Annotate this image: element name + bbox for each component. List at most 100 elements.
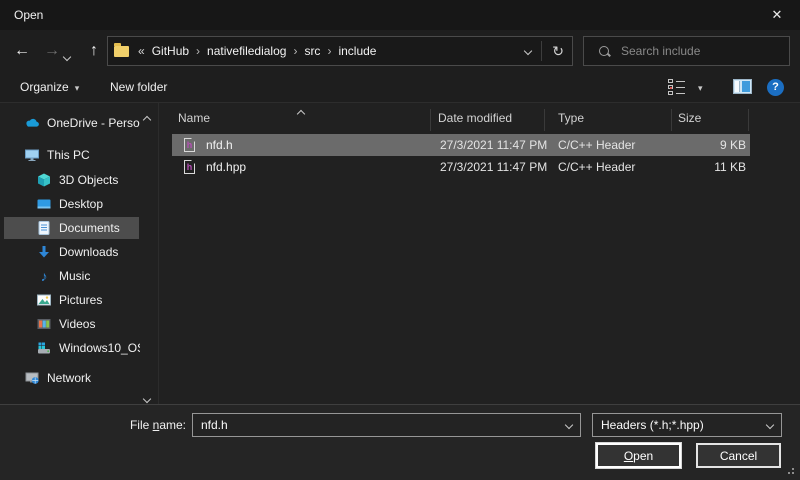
videos-icon (36, 316, 52, 332)
breadcrumb-separator: › (327, 44, 331, 58)
search-placeholder: Search include (621, 44, 700, 58)
sidebar-item-label: Network (47, 371, 91, 385)
cpp-header-file-icon: h (184, 160, 195, 174)
open-dialog-window: Open ✕ ← → ↑ « GitHub › nativefiledialog… (0, 0, 800, 480)
chevron-down-icon[interactable] (565, 421, 573, 429)
file-name-cell: nfd.h (206, 134, 233, 156)
documents-icon (36, 220, 52, 236)
open-button[interactable]: Open (596, 443, 681, 468)
sidebar-item-label: Downloads (59, 245, 118, 259)
file-name-cell: nfd.hpp (206, 156, 246, 178)
breadcrumb-item[interactable]: nativefiledialog (207, 44, 286, 58)
column-divider[interactable] (671, 109, 672, 131)
breadcrumb-separator: › (293, 44, 297, 58)
sidebar-item-downloads[interactable]: Downloads (0, 241, 140, 263)
sidebar-item-label: Documents (59, 221, 120, 235)
sidebar-item-documents[interactable]: Documents (4, 217, 139, 239)
command-bar: Organize ▾ New folder ▾ ? (0, 72, 800, 103)
desktop-icon (36, 196, 52, 212)
new-folder-button[interactable]: New folder (110, 72, 167, 103)
sidebar-item-label: Videos (59, 317, 95, 331)
sidebar-item-label: 3D Objects (59, 173, 118, 187)
file-date-cell: 27/3/2021 11:47 PM (440, 156, 547, 178)
sidebar-item-3d-objects[interactable]: 3D Objects (0, 169, 140, 191)
drive-icon (36, 340, 52, 356)
column-divider[interactable] (748, 109, 749, 131)
onedrive-icon (24, 115, 40, 131)
sidebar-item-label: Music (59, 269, 90, 283)
sidebar-item-desktop[interactable]: Desktop (0, 193, 140, 215)
organize-button[interactable]: Organize ▾ (20, 72, 79, 104)
refresh-icon[interactable]: ↻ (552, 43, 564, 60)
file-type-cell: C/C++ Header (558, 156, 635, 178)
music-icon: ♪ (36, 268, 52, 284)
file-row-nfd-h[interactable]: h nfd.h 27/3/2021 11:47 PM C/C++ Header … (158, 134, 800, 156)
sidebar-item-label: This PC (47, 148, 90, 162)
sidebar-item-videos[interactable]: Videos (0, 313, 140, 335)
window-title: Open (14, 0, 43, 30)
column-header-size[interactable]: Size (678, 111, 701, 125)
chevron-down-icon: ▾ (75, 83, 80, 93)
chevron-down-icon[interactable] (766, 421, 774, 429)
file-name-input[interactable]: nfd.h (192, 413, 581, 437)
navigation-toolbar: ← → ↑ « GitHub › nativefiledialog › src … (0, 30, 800, 72)
search-input[interactable]: Search include (583, 36, 790, 66)
network-icon (24, 370, 40, 386)
forward-icon[interactable]: → (38, 30, 66, 72)
folder-icon (114, 46, 129, 57)
file-name-label: File name: (80, 405, 186, 445)
details-view-icon[interactable] (668, 79, 686, 96)
downloads-icon (36, 244, 52, 260)
address-bar-controls: ↻ (525, 41, 564, 61)
this-pc-icon (24, 147, 40, 163)
sidebar-item-pictures[interactable]: Pictures (0, 289, 140, 311)
cancel-button[interactable]: Cancel (696, 443, 781, 468)
resize-grip[interactable] (786, 462, 798, 474)
breadcrumb-overflow[interactable]: « (138, 44, 145, 58)
breadcrumb-item[interactable]: include (338, 44, 376, 58)
file-size-cell: 11 KB (672, 156, 746, 178)
cpp-header-file-icon: h (184, 138, 195, 152)
organize-label: Organize (20, 80, 69, 94)
sort-ascending-icon[interactable] (298, 106, 304, 120)
3d-objects-icon (36, 172, 52, 188)
file-list: Name Date modified Type Size h nfd.h 27/… (158, 103, 800, 404)
recent-locations-chevron-icon[interactable] (64, 49, 70, 63)
sidebar-item-music[interactable]: ♪ Music (0, 265, 140, 287)
divider (541, 41, 542, 61)
file-type-select[interactable]: Headers (*.h;*.hpp) (592, 413, 782, 437)
view-options-chevron-icon[interactable]: ▾ (698, 83, 703, 94)
back-icon[interactable]: ← (8, 30, 36, 72)
sidebar-scroll-up-icon[interactable] (144, 112, 150, 126)
column-header-date-modified[interactable]: Date modified (438, 111, 512, 125)
column-divider[interactable] (544, 109, 545, 131)
file-date-cell: 27/3/2021 11:47 PM (440, 134, 547, 156)
file-size-cell: 9 KB (672, 134, 746, 156)
breadcrumb-item[interactable]: GitHub (152, 44, 189, 58)
column-header-type[interactable]: Type (558, 111, 584, 125)
breadcrumb-item[interactable]: src (304, 44, 320, 58)
chevron-down-icon (63, 53, 71, 61)
preview-pane-icon[interactable] (733, 79, 752, 94)
sidebar-item-this-pc[interactable]: This PC (0, 144, 140, 166)
search-icon (598, 45, 611, 58)
sidebar-item-onedrive[interactable]: OneDrive - Persor (0, 112, 140, 134)
title-bar: Open ✕ (0, 0, 800, 30)
address-dropdown-chevron-icon[interactable] (524, 47, 532, 55)
column-divider[interactable] (430, 109, 431, 131)
sidebar-item-windows10-os[interactable]: Windows10_OS ( (0, 337, 140, 359)
file-row-nfd-hpp[interactable]: h nfd.hpp 27/3/2021 11:47 PM C/C++ Heade… (158, 156, 800, 178)
sidebar-item-label: Desktop (59, 197, 103, 211)
column-header-name[interactable]: Name (178, 111, 210, 125)
navigation-sidebar: OneDrive - Persor This PC 3D Objects Des… (0, 103, 158, 404)
sidebar-item-network[interactable]: Network (0, 367, 140, 389)
sidebar-item-label: Pictures (59, 293, 102, 307)
breadcrumb-separator: › (196, 44, 200, 58)
help-icon[interactable]: ? (767, 79, 784, 96)
file-name-value: nfd.h (201, 418, 228, 432)
pictures-icon (36, 292, 52, 308)
sidebar-scroll-down-icon[interactable] (144, 391, 150, 404)
close-icon[interactable]: ✕ (754, 0, 800, 30)
address-bar[interactable]: « GitHub › nativefiledialog › src › incl… (107, 36, 573, 66)
up-icon[interactable]: ↑ (80, 30, 108, 72)
